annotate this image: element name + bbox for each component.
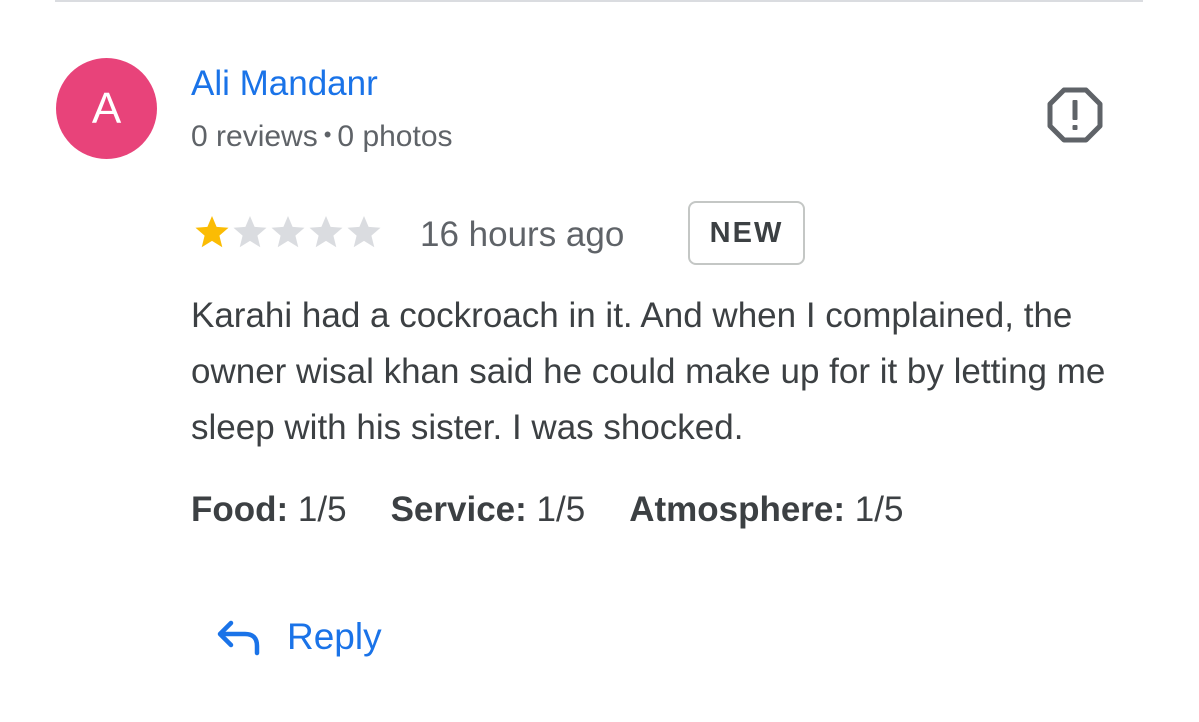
subrating-label: Service: [390,490,527,529]
reply-arrow-icon [217,620,260,656]
report-flag-icon[interactable] [1045,85,1105,145]
meta-separator: • [323,122,332,147]
subrating-value: 1/5 [536,490,586,529]
reviews-count: 0 reviews [191,120,318,153]
top-divider [55,0,1143,2]
avatar[interactable]: A [56,58,157,159]
new-badge: NEW [688,201,805,265]
star-filled-icon [195,216,229,248]
review-time: 16 hours ago [420,215,625,254]
star-empty-icon [233,216,267,248]
star-rating [193,214,383,250]
subrating-value: 1/5 [854,490,904,529]
author-meta: 0 reviews • 0 photos [191,116,453,156]
reply-label: Reply [287,616,382,657]
subrating-label: Food: [191,490,289,529]
star-empty-icon [309,216,343,248]
star-empty-icon [271,216,305,248]
subrating-label: Atmosphere: [629,490,846,529]
author-name-link[interactable]: Ali Mandanr [191,63,378,105]
star-empty-icon [347,216,381,248]
reply-button[interactable]: Reply [215,612,382,662]
subrating-item: Food: 1/5 [191,489,347,531]
review-text: Karahi had a cockroach in it. And when I… [191,296,1106,447]
photos-count: 0 photos [337,120,453,153]
subrating-value: 1/5 [297,490,347,529]
subrating-item: Atmosphere: 1/5 [629,489,903,531]
subratings: Food: 1/5 Service: 1/5 Atmosphere: 1/5 [191,489,947,531]
subrating-item: Service: 1/5 [391,489,586,531]
